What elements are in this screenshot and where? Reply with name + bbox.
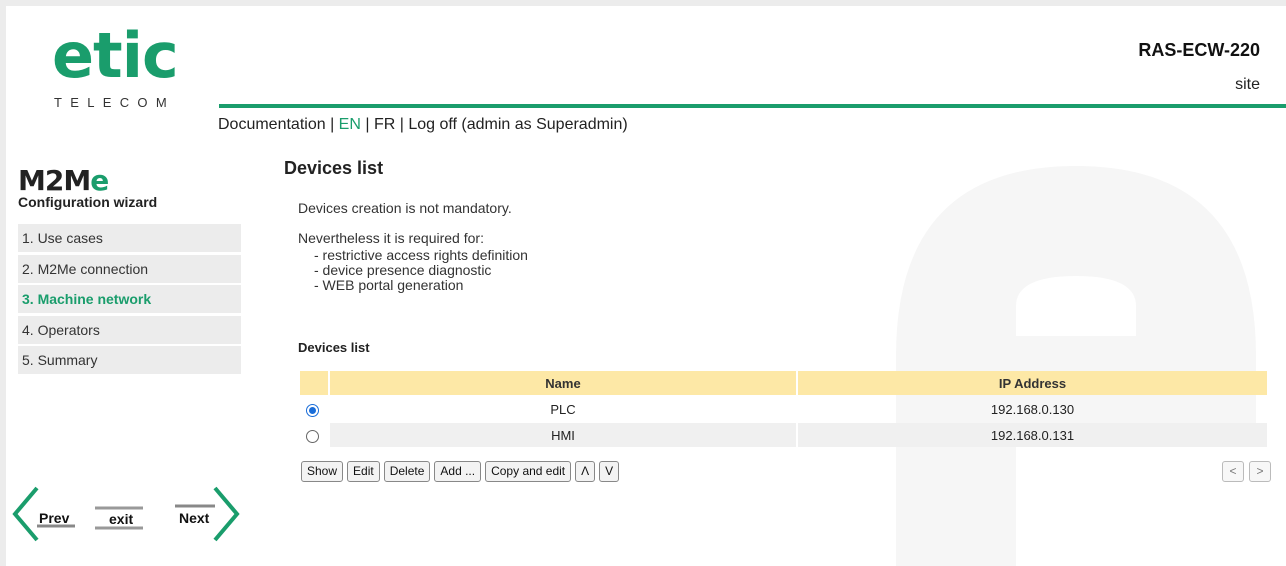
wizard-steps: 1. Use cases 2. M2Me connection 3. Machi… — [18, 224, 241, 377]
show-button[interactable]: Show — [301, 461, 344, 482]
top-navigation: Documentation | EN | FR | Log off (admin… — [218, 116, 628, 134]
device-ip-cell: 192.168.0.131 — [798, 423, 1267, 447]
move-down-button[interactable]: V — [599, 461, 620, 482]
language-en-link[interactable]: EN — [339, 116, 361, 133]
documentation-link[interactable]: Documentation — [218, 116, 326, 133]
m2me-logo-text: M2Me — [18, 164, 109, 197]
prev-button[interactable]: Prev — [39, 510, 69, 526]
intro-line-1: Devices creation is not mandatory. — [298, 200, 512, 216]
next-page-button[interactable]: > — [1249, 461, 1271, 482]
main-content: Devices list Devices creation is not man… — [284, 158, 1279, 482]
etic-logo[interactable]: etic TELECOM — [44, 18, 204, 118]
intro-text: Devices creation is not mandatory. Never… — [298, 200, 528, 293]
device-ip-cell: 192.168.0.130 — [990, 401, 1075, 417]
header-divider — [219, 104, 1286, 108]
row-select-cell — [300, 397, 328, 421]
select-column-header — [300, 371, 328, 395]
wizard-title: Configuration wizard — [18, 194, 158, 210]
add-button[interactable]: Add ... — [434, 461, 482, 482]
nav-separator: | — [325, 116, 339, 133]
list-item: - WEB portal generation — [314, 277, 464, 293]
nav-separator: | — [395, 116, 409, 133]
page-frame: etic TELECOM RAS-ECW-220 site Documentat… — [6, 6, 1286, 566]
table-row[interactable]: HMI 192.168.0.131 — [300, 423, 1267, 447]
product-name: RAS-ECW-220 — [1138, 40, 1260, 60]
step-machine-network[interactable]: 3. Machine network — [18, 285, 241, 313]
site-name: site — [1235, 76, 1260, 93]
ip-column-header: IP Address — [798, 371, 1267, 395]
row-select-cell — [300, 423, 328, 447]
intro-line-2: Nevertheless it is required for: — [298, 230, 484, 246]
logoff-link[interactable]: Log off (admin as Superadmin) — [408, 116, 627, 133]
previous-page-button[interactable]: < — [1222, 461, 1244, 482]
row-radio-button[interactable] — [306, 429, 319, 443]
move-up-button[interactable]: Λ — [575, 461, 596, 482]
delete-button[interactable]: Delete — [383, 461, 431, 482]
table-pager: < > — [1222, 461, 1271, 482]
devices-table: Name IP Address PLC 192.168.0.130 HMI 19… — [298, 369, 1269, 449]
m2me-logo: M2Me Configuration wizard — [18, 164, 158, 211]
step-operators[interactable]: 4. Operators — [18, 315, 241, 344]
table-row[interactable]: PLC 192.168.0.130 — [300, 397, 1267, 421]
name-column-header: Name — [330, 371, 796, 395]
exit-button[interactable]: exit — [109, 511, 133, 527]
row-radio-button[interactable] — [306, 403, 319, 417]
table-header-row: Name IP Address — [300, 371, 1267, 395]
device-name-cell: PLC — [550, 401, 576, 417]
table-actions: Show Edit Delete Add ... Copy and edit Λ… — [301, 461, 620, 482]
wizard-navigation: Prev exit Next — [11, 486, 241, 546]
watermark-logo — [896, 166, 1256, 566]
next-button[interactable]: Next — [179, 510, 209, 526]
step-summary[interactable]: 5. Summary — [18, 346, 241, 374]
edit-button[interactable]: Edit — [347, 461, 380, 482]
table-title: Devices list — [298, 340, 370, 355]
step-m2me-connection[interactable]: 2. M2Me connection — [18, 254, 241, 283]
requirements-list: - restrictive access rights definition -… — [314, 248, 528, 293]
logo-subtext: TELECOM — [54, 95, 175, 110]
copy-and-edit-button[interactable]: Copy and edit — [485, 461, 572, 482]
list-item: - restrictive access rights definition — [314, 247, 528, 263]
page-title: Devices list — [284, 158, 384, 178]
device-name-cell: HMI — [330, 423, 796, 447]
nav-separator: | — [360, 116, 374, 133]
language-fr-link[interactable]: FR — [374, 116, 395, 133]
list-item: - device presence diagnostic — [314, 262, 492, 278]
logo-text: etic — [52, 19, 179, 92]
step-use-cases[interactable]: 1. Use cases — [18, 224, 241, 252]
